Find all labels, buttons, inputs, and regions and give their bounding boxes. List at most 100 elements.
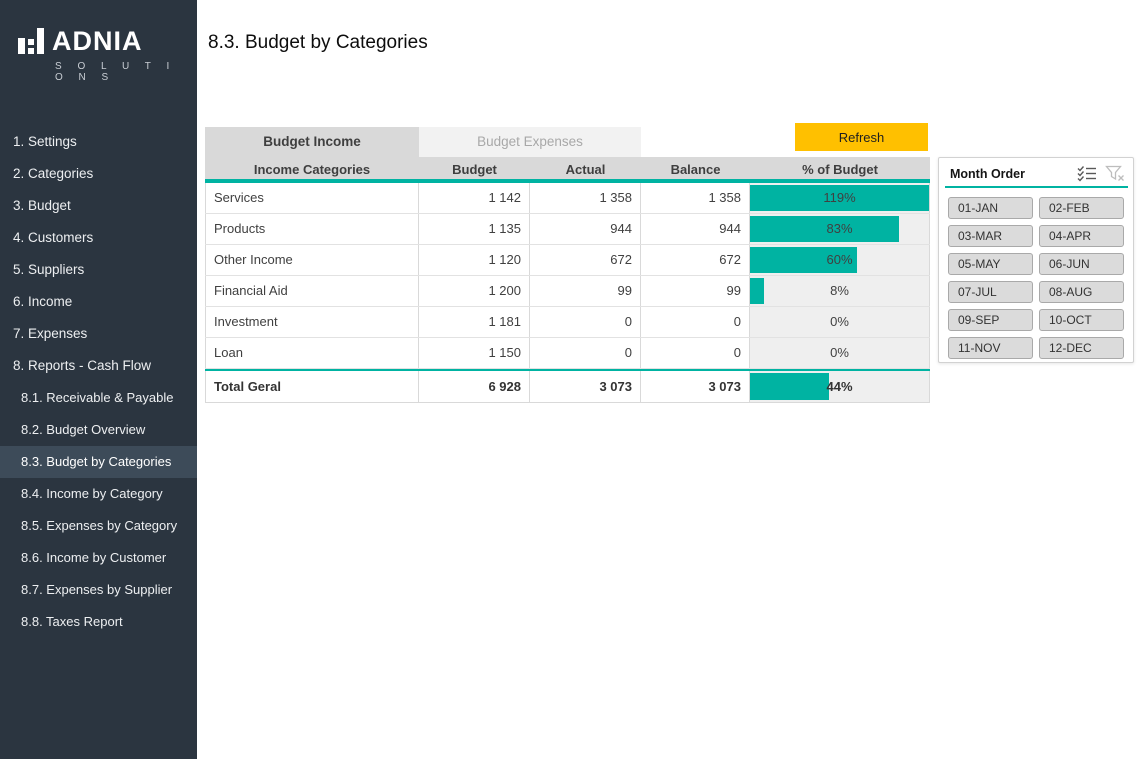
- pct-bar: [750, 373, 829, 400]
- budget-cell: 1 150: [419, 338, 530, 368]
- page-title: 8.3. Budget by Categories: [208, 32, 428, 54]
- sidebar: ADNIA S O L U T I O N S 1. Settings 2. C…: [0, 0, 197, 759]
- month-button-sep[interactable]: 09-SEP: [948, 309, 1033, 331]
- table-header-row: Income Categories Budget Actual Balance …: [205, 157, 930, 183]
- logo-subtitle-text: S O L U T I O N S: [55, 61, 197, 83]
- sidebar-item-suppliers[interactable]: 5. Suppliers: [0, 254, 197, 286]
- month-button-jul[interactable]: 07-JUL: [948, 281, 1033, 303]
- sidebar-item-customers[interactable]: 4. Customers: [0, 222, 197, 254]
- total-label-cell: Total Geral: [205, 371, 419, 402]
- sidebar-item-budget-by-categories[interactable]: 8.3. Budget by Categories: [0, 446, 197, 478]
- sidebar-item-reports-cash-flow[interactable]: 8. Reports - Cash Flow: [0, 350, 197, 382]
- column-header-pct-of-budget: % of Budget: [750, 157, 930, 179]
- pct-label: 60%: [826, 252, 852, 267]
- month-button-aug[interactable]: 08-AUG: [1039, 281, 1124, 303]
- sidebar-item-expenses[interactable]: 7. Expenses: [0, 318, 197, 350]
- month-button-apr[interactable]: 04-APR: [1039, 225, 1124, 247]
- month-button-feb[interactable]: 02-FEB: [1039, 197, 1124, 219]
- budget-cell: 1 200: [419, 276, 530, 306]
- clear-filter-icon[interactable]: [1105, 165, 1125, 182]
- budget-cell: 1 120: [419, 245, 530, 275]
- multi-select-icon[interactable]: [1077, 165, 1097, 182]
- refresh-button[interactable]: Refresh: [795, 123, 928, 151]
- table-row: Financial Aid 1 200 99 99 8%: [205, 276, 930, 307]
- balance-cell: 1 358: [641, 183, 750, 213]
- total-actual-cell: 3 073: [530, 371, 641, 402]
- table-row: Products 1 135 944 944 83%: [205, 214, 930, 245]
- sidebar-nav: 1. Settings 2. Categories 3. Budget 4. C…: [0, 126, 197, 638]
- pct-cell: 83%: [750, 214, 930, 244]
- month-buttons-grid: 01-JAN 02-FEB 03-MAR 04-APR 05-MAY 06-JU…: [939, 188, 1133, 368]
- category-cell: Loan: [205, 338, 419, 368]
- budget-cell: 1 181: [419, 307, 530, 337]
- category-cell: Financial Aid: [205, 276, 419, 306]
- table-row: Investment 1 181 0 0 0%: [205, 307, 930, 338]
- balance-cell: 672: [641, 245, 750, 275]
- actual-cell: 0: [530, 338, 641, 368]
- pct-label: 8%: [830, 283, 849, 298]
- pct-cell: 8%: [750, 276, 930, 306]
- pct-bar: [750, 216, 899, 242]
- sidebar-item-income-by-customer[interactable]: 8.6. Income by Customer: [0, 542, 197, 574]
- sidebar-item-taxes-report[interactable]: 8.8. Taxes Report: [0, 606, 197, 638]
- column-header-budget: Budget: [419, 157, 530, 179]
- category-cell: Other Income: [205, 245, 419, 275]
- total-budget-cell: 6 928: [419, 371, 530, 402]
- main-content: 8.3. Budget by Categories Budget Income …: [197, 0, 1142, 759]
- sidebar-item-receivable-payable[interactable]: 8.1. Receivable & Payable: [0, 382, 197, 414]
- pct-bar: [750, 278, 764, 304]
- pct-label: 119%: [823, 190, 855, 205]
- actual-cell: 0: [530, 307, 641, 337]
- pct-cell: 0%: [750, 338, 930, 368]
- total-pct-cell: 44%: [750, 371, 930, 402]
- balance-cell: 0: [641, 307, 750, 337]
- month-order-slicer: Month Order 01-JAN 02-FEB 03-MAR: [938, 157, 1134, 363]
- balance-cell: 0: [641, 338, 750, 368]
- balance-cell: 944: [641, 214, 750, 244]
- sidebar-item-expenses-by-category[interactable]: 8.5. Expenses by Category: [0, 510, 197, 542]
- sidebar-item-categories[interactable]: 2. Categories: [0, 158, 197, 190]
- pct-cell: 60%: [750, 245, 930, 275]
- table-row: Other Income 1 120 672 672 60%: [205, 245, 930, 276]
- sidebar-item-income-by-category[interactable]: 8.4. Income by Category: [0, 478, 197, 510]
- column-header-actual: Actual: [530, 157, 641, 179]
- category-cell: Services: [205, 183, 419, 213]
- slicer-title: Month Order: [950, 167, 1069, 181]
- pct-label: 83%: [826, 221, 852, 236]
- tab-budget-expenses[interactable]: Budget Expenses: [419, 127, 641, 157]
- tab-budget-income[interactable]: Budget Income: [205, 127, 419, 157]
- pct-label: 0%: [830, 314, 849, 329]
- sidebar-item-budget[interactable]: 3. Budget: [0, 190, 197, 222]
- category-cell: Investment: [205, 307, 419, 337]
- budget-table: Income Categories Budget Actual Balance …: [205, 157, 930, 403]
- budget-cell: 1 135: [419, 214, 530, 244]
- month-button-jun[interactable]: 06-JUN: [1039, 253, 1124, 275]
- sidebar-item-expenses-by-supplier[interactable]: 8.7. Expenses by Supplier: [0, 574, 197, 606]
- table-row: Services 1 142 1 358 1 358 119%: [205, 183, 930, 214]
- month-button-jan[interactable]: 01-JAN: [948, 197, 1033, 219]
- actual-cell: 672: [530, 245, 641, 275]
- sidebar-item-settings[interactable]: 1. Settings: [0, 126, 197, 158]
- bar-chart-logo-icon: [18, 20, 44, 54]
- pct-label: 44%: [826, 379, 852, 394]
- month-button-dec[interactable]: 12-DEC: [1039, 337, 1124, 359]
- column-header-balance: Balance: [641, 157, 750, 179]
- table-row: Loan 1 150 0 0 0%: [205, 338, 930, 369]
- actual-cell: 99: [530, 276, 641, 306]
- adnia-logo: ADNIA S O L U T I O N S: [0, 0, 197, 83]
- pct-cell: 0%: [750, 307, 930, 337]
- logo-brand-text: ADNIA: [52, 29, 143, 54]
- month-button-mar[interactable]: 03-MAR: [948, 225, 1033, 247]
- month-button-oct[interactable]: 10-OCT: [1039, 309, 1124, 331]
- month-button-may[interactable]: 05-MAY: [948, 253, 1033, 275]
- sidebar-item-budget-overview[interactable]: 8.2. Budget Overview: [0, 414, 197, 446]
- pct-cell: 119%: [750, 183, 930, 213]
- total-balance-cell: 3 073: [641, 371, 750, 402]
- month-button-nov[interactable]: 11-NOV: [948, 337, 1033, 359]
- category-cell: Products: [205, 214, 419, 244]
- actual-cell: 944: [530, 214, 641, 244]
- pct-label: 0%: [830, 345, 849, 360]
- sidebar-item-income[interactable]: 6. Income: [0, 286, 197, 318]
- budget-cell: 1 142: [419, 183, 530, 213]
- table-total-row: Total Geral 6 928 3 073 3 073 44%: [205, 369, 930, 403]
